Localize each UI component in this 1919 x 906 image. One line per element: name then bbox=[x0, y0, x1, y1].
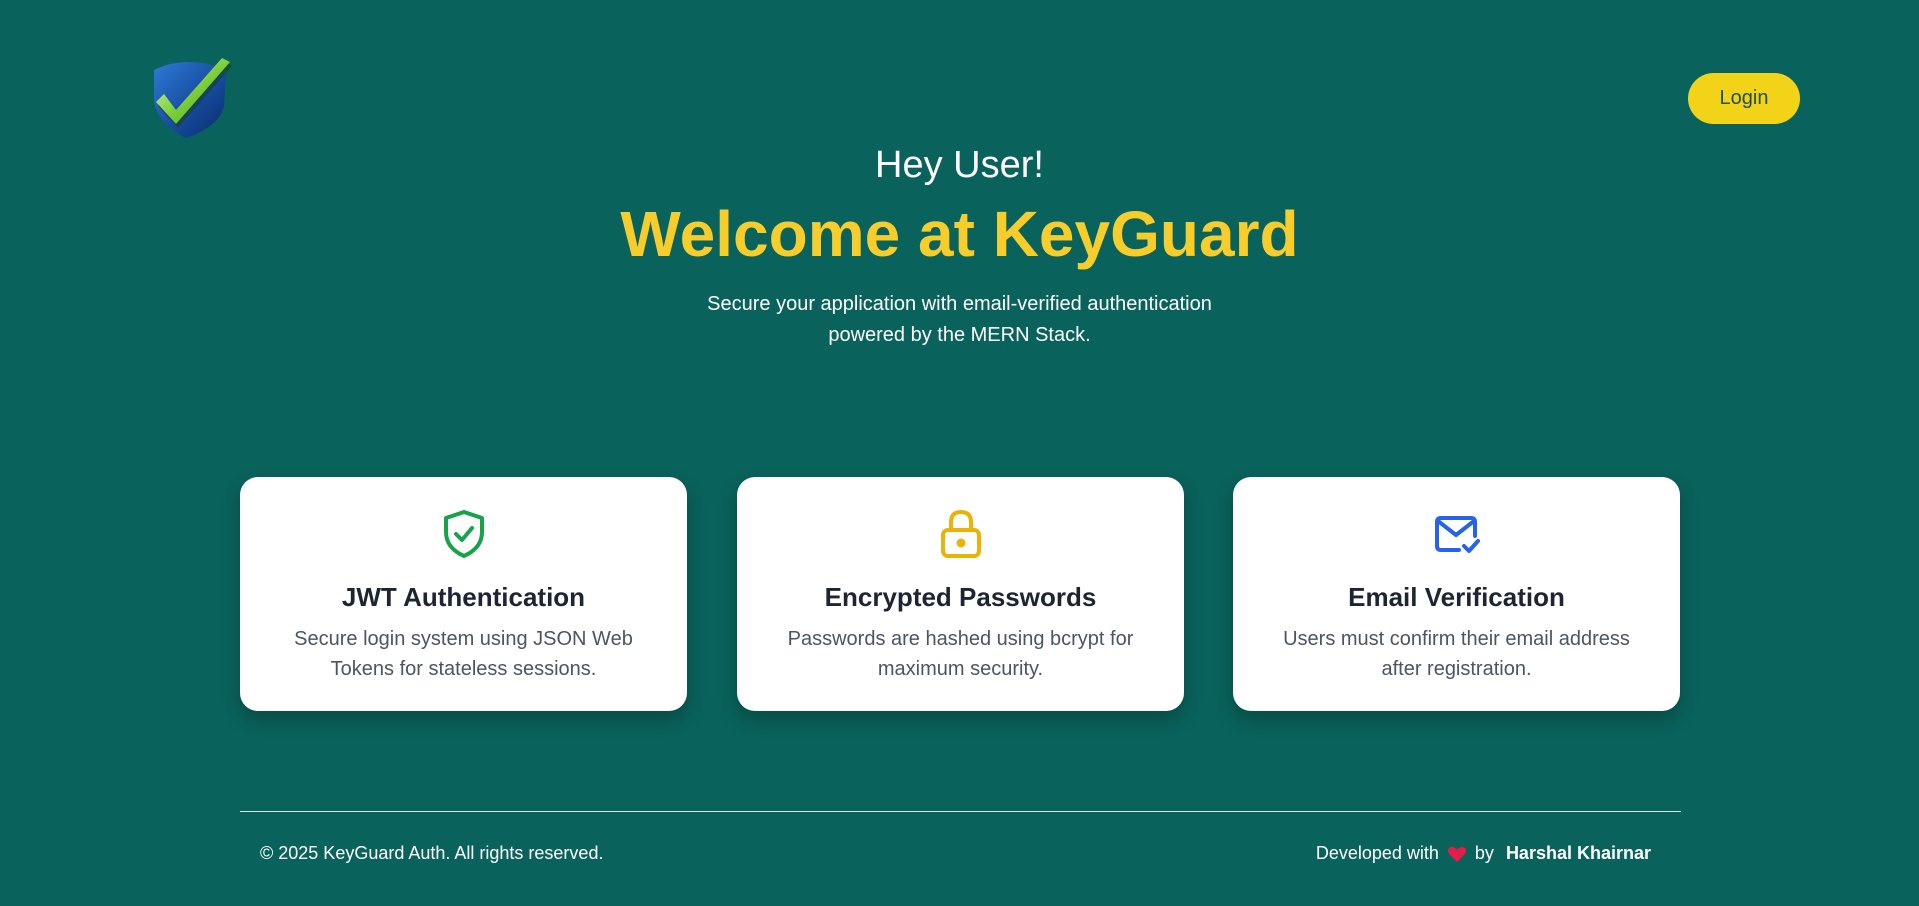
feature-title: Email Verification bbox=[1348, 582, 1565, 612]
login-button[interactable]: Login bbox=[1688, 73, 1800, 124]
feature-description: Users must confirm their email address a… bbox=[1283, 628, 1630, 680]
author-name: Harshal Khairnar bbox=[1505, 843, 1651, 863]
by-text: by bbox=[1474, 843, 1494, 863]
shield-check-icon bbox=[440, 508, 488, 560]
tagline-text: Secure your application with email-verif… bbox=[707, 293, 1212, 346]
greeting-text: Hey User! bbox=[875, 144, 1044, 186]
developed-with-text: Developed with bbox=[1315, 843, 1439, 863]
shield-check-logo[interactable] bbox=[148, 58, 234, 140]
feature-card-encryption: Encrypted Passwords Passwords are hashed… bbox=[737, 477, 1184, 711]
credits: Developed with by Harshal Khairnar bbox=[1316, 843, 1651, 864]
lock-icon bbox=[937, 508, 985, 560]
copyright-text: © 2025 KeyGuard Auth. All rights reserve… bbox=[260, 843, 604, 863]
feature-title: JWT Authentication bbox=[341, 582, 586, 612]
mail-check-icon bbox=[1433, 508, 1481, 560]
feature-card-email: Email Verification Users must confirm th… bbox=[1233, 477, 1680, 711]
landing-page: Login Hey User! Welcome at KeyGuard Secu… bbox=[0, 0, 1919, 906]
feature-description: Secure login system using JSON Web Token… bbox=[294, 628, 633, 680]
footer-divider bbox=[240, 811, 1681, 812]
feature-title: Encrypted Passwords bbox=[824, 582, 1097, 612]
page-title: Welcome at KeyGuard bbox=[620, 198, 1299, 270]
heart-icon bbox=[1447, 845, 1467, 863]
hero-section: Hey User! Welcome at KeyGuard Secure you… bbox=[0, 140, 1919, 351]
feature-description: Passwords are hashed using bcrypt for ma… bbox=[787, 628, 1134, 680]
feature-card-jwt: JWT Authentication Secure login system u… bbox=[240, 477, 687, 711]
